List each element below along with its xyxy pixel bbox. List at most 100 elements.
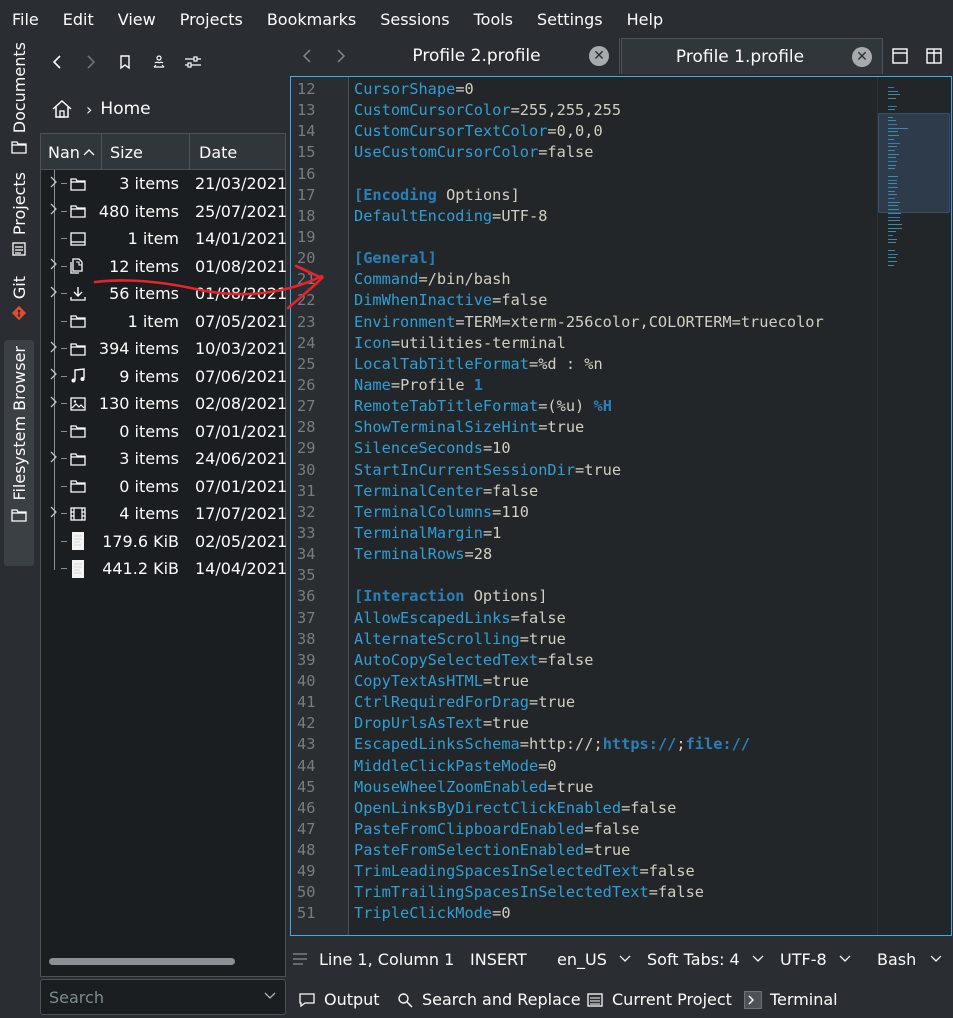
code-line[interactable]: 39 AutoCopySelectedText=false <box>291 650 877 671</box>
file-row[interactable]: 179.6 KiB 02/05/2021 <box>41 528 287 556</box>
menu-help[interactable]: Help <box>615 10 675 29</box>
expand-arrow-icon[interactable] <box>47 451 61 467</box>
file-row[interactable]: 0 items 07/01/2021 <box>41 473 287 501</box>
code-line[interactable]: 23 Environment=TERM=xterm-256color,COLORT… <box>291 312 877 333</box>
column-name[interactable]: Nan <box>41 134 102 170</box>
code-line[interactable]: 35 <box>291 565 877 586</box>
close-icon[interactable]: ✕ <box>852 47 872 67</box>
code-view[interactable]: 12 CursorShape=0 13 CustomCursorColor=255,2… <box>291 79 877 935</box>
file-row[interactable]: 56 items 01/08/2021 <box>41 280 287 308</box>
code-line[interactable]: 51 TripleClickMode=0 <box>291 903 877 924</box>
terminal-tab[interactable]: Terminal <box>744 990 838 1009</box>
tab-scroll-left-button[interactable] <box>290 38 324 74</box>
expand-arrow-icon[interactable] <box>47 203 61 219</box>
code-line[interactable]: 27 RemoteTabTitleFormat=(%u) %H <box>291 396 877 417</box>
indentation-select[interactable]: Soft Tabs: 4 <box>647 950 765 969</box>
code-line[interactable]: 42 DropUrlsAsText=true <box>291 713 877 734</box>
column-date[interactable]: Date <box>190 134 285 170</box>
file-row[interactable]: 3 items 24/06/2021 <box>41 445 287 473</box>
home-button[interactable] <box>46 93 78 125</box>
file-row[interactable]: 480 items 25/07/2021 <box>41 198 287 226</box>
file-row[interactable]: 1 item 07/05/2021 <box>41 308 287 336</box>
code-line[interactable]: 12 CursorShape=0 <box>291 79 877 100</box>
file-row[interactable]: 0 items 07/01/2021 <box>41 418 287 446</box>
code-line[interactable]: 43 EscapedLinksSchema=http://;https://;fi… <box>291 734 877 755</box>
code-line[interactable]: 16 <box>291 164 877 185</box>
split-view-button[interactable] <box>922 44 946 68</box>
close-icon[interactable]: ✕ <box>589 46 609 66</box>
code-line[interactable]: 40 CopyTextAsHTML=true <box>291 671 877 692</box>
bookmarks-button[interactable] <box>108 44 142 80</box>
expand-arrow-icon[interactable] <box>47 396 61 412</box>
forward-button[interactable] <box>74 44 108 80</box>
search-combo[interactable]: Search <box>40 979 286 1015</box>
minimap[interactable] <box>877 77 951 935</box>
menu-bookmarks[interactable]: Bookmarks <box>255 10 368 29</box>
code-line[interactable]: 14 CustomCursorTextColor=0,0,0 <box>291 121 877 142</box>
file-row[interactable]: 441.2 KiB 14/04/2021 <box>41 555 287 583</box>
file-row[interactable]: 3 items 21/03/2021 <box>41 170 287 198</box>
documents-tab[interactable]: Documents <box>4 42 34 155</box>
code-line[interactable]: 18 DefaultEncoding=UTF-8 <box>291 206 877 227</box>
code-line[interactable]: 34 TerminalRows=28 <box>291 544 877 565</box>
expand-arrow-icon[interactable] <box>47 286 61 302</box>
editor[interactable]: 12 CursorShape=0 13 CustomCursorColor=255,2… <box>290 76 952 936</box>
code-line[interactable]: 29 SilenceSeconds=10 <box>291 438 877 459</box>
file-row[interactable]: 4 items 17/07/2021 <box>41 500 287 528</box>
search-replace-tab[interactable]: Search and Replace <box>396 990 581 1009</box>
code-line[interactable]: 22 DimWhenInactive=false <box>291 290 877 311</box>
code-line[interactable]: 45 MouseWheelZoomEnabled=true <box>291 777 877 798</box>
code-line[interactable]: 17 [Encoding Options] <box>291 185 877 206</box>
tab-profile-1[interactable]: Profile 1.profile ✕ <box>621 38 883 74</box>
code-line[interactable]: 24 Icon=utilities-terminal <box>291 333 877 354</box>
sync-button[interactable] <box>142 44 176 80</box>
code-line[interactable]: 25 LocalTabTitleFormat=%d : %n <box>291 354 877 375</box>
dictionary-select[interactable]: en_US <box>557 950 632 969</box>
code-line[interactable]: 19 <box>291 227 877 248</box>
git-tab[interactable]: Git <box>4 276 34 321</box>
file-row[interactable]: 1 item 14/01/2021 <box>41 225 287 253</box>
code-line[interactable]: 30 StartInCurrentSessionDir=true <box>291 460 877 481</box>
filesystem-browser-tab[interactable]: Filesystem Browser <box>4 340 34 566</box>
expand-arrow-icon[interactable] <box>47 368 61 384</box>
code-line[interactable]: 48 PasteFromSelectionEnabled=true <box>291 840 877 861</box>
cursor-position[interactable]: Line 1, Column 1 <box>319 950 454 969</box>
file-row[interactable]: 394 items 10/03/2021 <box>41 335 287 363</box>
code-line[interactable]: 38 AlternateScrolling=true <box>291 629 877 650</box>
code-line[interactable]: 21 Command=/bin/bash <box>291 269 877 290</box>
code-line[interactable]: 47 PasteFromClipboardEnabled=false <box>291 819 877 840</box>
menu-projects[interactable]: Projects <box>168 10 255 29</box>
menu-tools[interactable]: Tools <box>462 10 525 29</box>
menu-file[interactable]: File <box>0 10 51 29</box>
expand-arrow-icon[interactable] <box>47 258 61 274</box>
code-line[interactable]: 41 CtrlRequiredForDrag=true <box>291 692 877 713</box>
tab-scroll-right-button[interactable] <box>324 38 358 74</box>
file-row[interactable]: 130 items 02/08/2021 <box>41 390 287 418</box>
input-mode[interactable]: INSERT <box>470 950 527 969</box>
code-line[interactable]: 46 OpenLinksByDirectClickEnabled=false <box>291 798 877 819</box>
code-line[interactable]: 20 [General] <box>291 248 877 269</box>
code-line[interactable]: 32 TerminalColumns=110 <box>291 502 877 523</box>
code-line[interactable]: 13 CustomCursorColor=255,255,255 <box>291 100 877 121</box>
file-row[interactable]: 9 items 07/06/2021 <box>41 363 287 391</box>
code-line[interactable]: 15 UseCustomCursorColor=false <box>291 142 877 163</box>
menu-settings[interactable]: Settings <box>525 10 615 29</box>
horizontal-scrollbar[interactable] <box>49 958 235 965</box>
current-project-tab[interactable]: Current Project <box>586 990 732 1009</box>
code-line[interactable]: 26 Name=Profile 1 <box>291 375 877 396</box>
menu-view[interactable]: View <box>106 10 168 29</box>
expand-arrow-icon[interactable] <box>47 176 61 192</box>
breadcrumb-home[interactable]: Home <box>100 99 150 119</box>
menu-sessions[interactable]: Sessions <box>368 10 461 29</box>
back-button[interactable] <box>40 44 74 80</box>
tab-profile-2[interactable]: Profile 2.profile ✕ <box>358 38 620 74</box>
code-line[interactable]: 31 TerminalCenter=false <box>291 481 877 502</box>
file-row[interactable]: 12 items 01/08/2021 <box>41 253 287 281</box>
options-button[interactable] <box>176 44 210 80</box>
output-tab[interactable]: Output <box>298 990 380 1009</box>
code-line[interactable]: 33 TerminalMargin=1 <box>291 523 877 544</box>
code-line[interactable]: 37 AllowEscapedLinks=false <box>291 608 877 629</box>
new-tab-button[interactable] <box>888 44 912 68</box>
projects-tab[interactable]: Projects <box>4 172 34 257</box>
code-line[interactable]: 28 ShowTerminalSizeHint=true <box>291 417 877 438</box>
